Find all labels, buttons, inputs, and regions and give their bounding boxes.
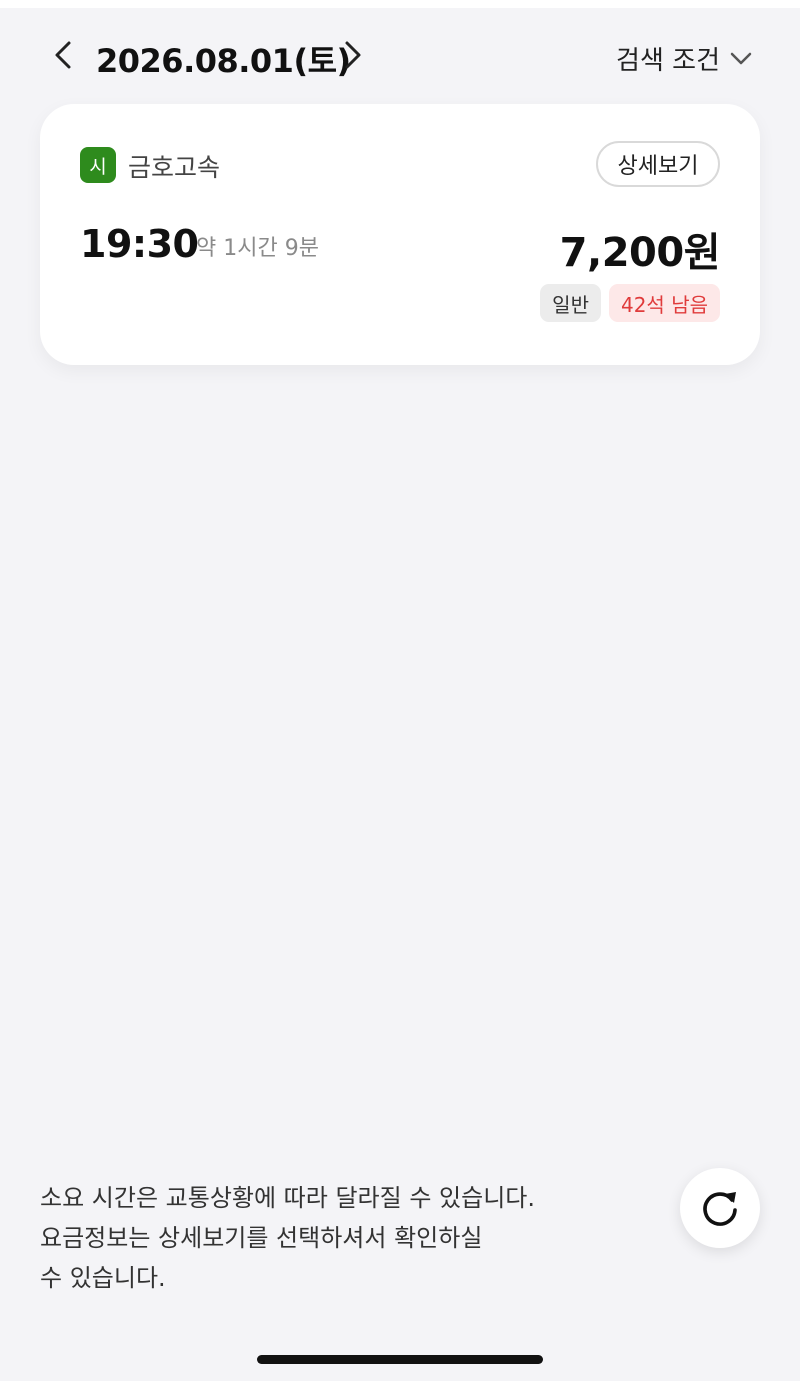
detail-button[interactable]: 상세보기 [596, 141, 720, 187]
header: 2026.08.01(토) 검색 조건 [0, 8, 800, 104]
notice-text: 소요 시간은 교통상황에 따라 달라질 수 있습니다. 요금정보는 상세보기를 … [40, 1178, 640, 1298]
chevron-right-icon [345, 41, 361, 69]
search-filter-label: 검색 조건 [616, 46, 720, 76]
company-badge: 시 [80, 147, 116, 183]
bus-result-card[interactable]: 시 금호고속 상세보기 19:30 약 1시간 9분 7,200원 일반 42석… [40, 104, 760, 365]
depart-time: 19:30 [80, 222, 199, 266]
app-screen: 2026.08.01(토) 검색 조건 시 금호고속 상세보기 19:30 약 … [0, 8, 800, 1381]
home-indicator [257, 1355, 543, 1364]
next-date-button[interactable] [340, 38, 366, 72]
bus-grade-tag: 일반 [540, 284, 601, 322]
search-filter-dropdown[interactable]: 검색 조건 [616, 40, 752, 77]
chevron-left-icon [55, 41, 71, 69]
fare-price: 7,200원 [559, 230, 721, 276]
chevron-down-icon [730, 52, 752, 64]
notice-line: 소요 시간은 교통상황에 따라 달라질 수 있습니다. [40, 1184, 536, 1212]
notice-line: 요금정보는 상세보기를 선택하셔서 확인하실 [40, 1224, 483, 1252]
remaining-seats-tag: 42석 남음 [608, 284, 720, 322]
date-title: 2026.08.01(토) [96, 42, 351, 80]
trip-duration: 약 1시간 9분 [196, 236, 319, 261]
company-name: 금호고속 [128, 153, 221, 182]
tag-group: 일반 42석 남음 [540, 284, 720, 322]
refresh-icon [703, 1192, 737, 1226]
notice-line: 수 있습니다. [40, 1264, 166, 1292]
footer: 소요 시간은 교통상황에 따라 달라질 수 있습니다. 요금정보는 상세보기를 … [0, 1152, 800, 1381]
refresh-button[interactable] [680, 1168, 760, 1248]
prev-date-button[interactable] [50, 38, 76, 72]
